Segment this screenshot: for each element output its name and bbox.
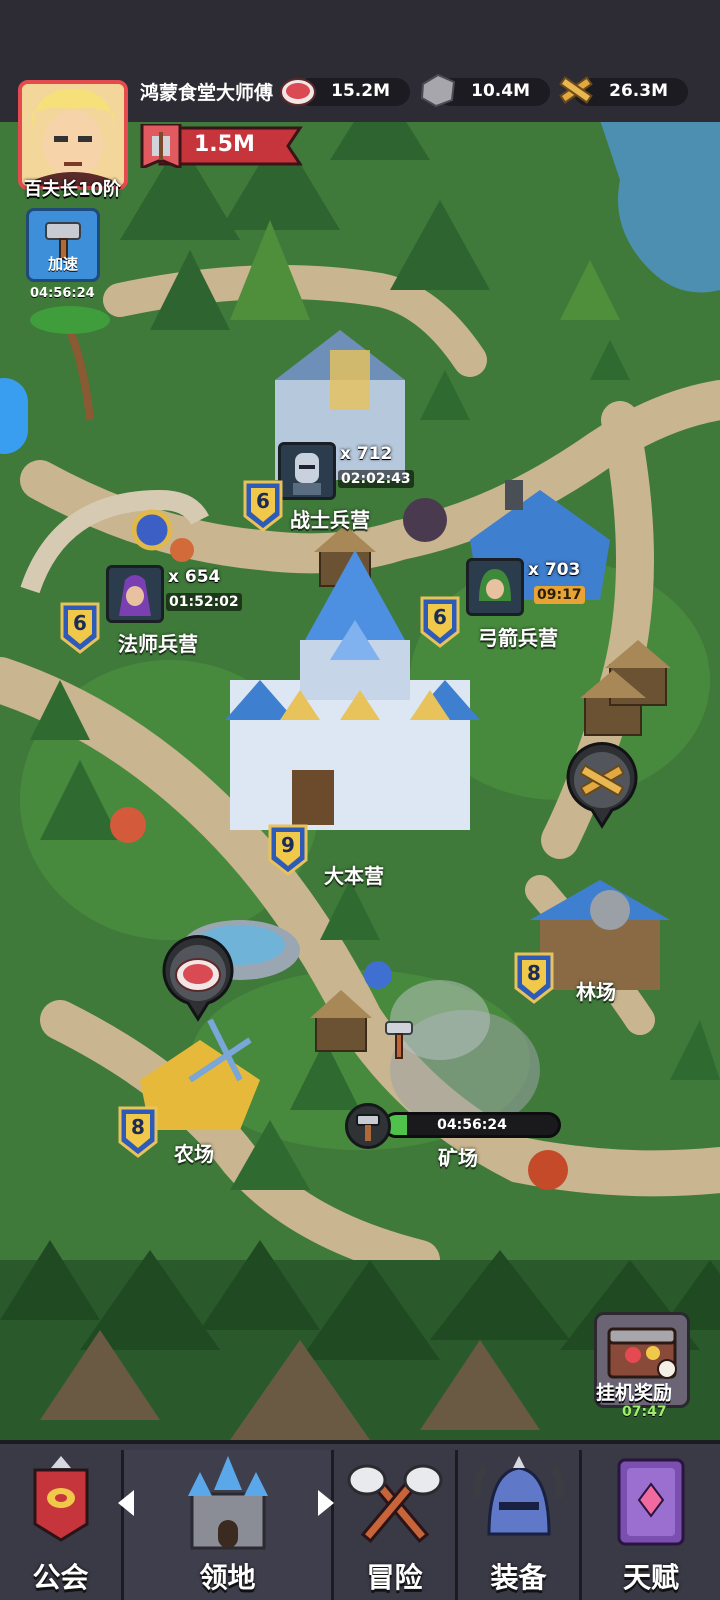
side-edge-button[interactable] (0, 378, 28, 454)
wood-collect-bubble[interactable] (564, 742, 640, 830)
combat-power: 1.5M (140, 122, 308, 171)
mine-progress-bar: 04:56:24 (383, 1112, 561, 1138)
player-name: 鸿蒙食堂大师傅 (140, 82, 274, 104)
power-value: 1.5M (194, 132, 255, 157)
tab-guild-label: 公会 (32, 1561, 89, 1594)
spellbook-icon (617, 1458, 685, 1546)
stone-value: 10.4M (471, 81, 530, 101)
tab-guild[interactable]: 公会 (0, 1450, 124, 1600)
warrior-level: 6 (256, 489, 270, 513)
stone-icon (420, 73, 456, 108)
idle-reward-timer: 07:47 (622, 1404, 667, 1420)
speedup-button[interactable]: 加速 (26, 208, 100, 282)
resource-wood[interactable]: 26.3M (559, 76, 688, 106)
nav-next-arrow-icon[interactable] (318, 1490, 334, 1516)
tab-adventure-label: 冒险 (366, 1561, 423, 1594)
meat-icon (280, 78, 316, 106)
wood-icon (559, 76, 593, 104)
hammer-icon (385, 1021, 413, 1059)
mine-label[interactable]: 矿场 (438, 1142, 478, 1171)
idle-reward-label: 挂机奖励 (596, 1382, 673, 1404)
archer-barracks-label[interactable]: 弓箭兵营 (478, 622, 558, 651)
tab-equipment[interactable]: 装备 (458, 1450, 582, 1600)
warrior-timer: 02:02:43 (338, 470, 414, 488)
lumber-level: 8 (527, 961, 541, 985)
hq-level: 9 (281, 833, 295, 857)
mage-count: x 654 (168, 567, 221, 587)
tab-territory[interactable]: 领地 (124, 1450, 334, 1600)
mage-barracks-label[interactable]: 法师兵营 (118, 628, 198, 657)
farm-level: 8 (131, 1115, 145, 1139)
lumber-label[interactable]: 林场 (576, 976, 616, 1005)
speedup-timer: 04:56:24 (30, 286, 95, 301)
nav-prev-arrow-icon[interactable] (118, 1490, 134, 1516)
tab-equipment-label: 装备 (490, 1561, 547, 1594)
mage-level-badge: 6 (58, 600, 102, 654)
resource-stone[interactable]: 10.4M (420, 73, 550, 108)
archer-level-badge: 6 (418, 594, 462, 648)
lumber-level-badge: 8 (512, 950, 556, 1004)
mine-hammer-marker (384, 1018, 414, 1062)
meat-value: 15.2M (331, 81, 390, 101)
archer-portrait-icon (466, 558, 524, 616)
hq-label[interactable]: 大本营 (324, 860, 384, 889)
player-rank: 百夫长10阶 (24, 179, 122, 200)
tab-talent-label: 天赋 (622, 1561, 679, 1594)
warrior-count: x 712 (340, 444, 393, 464)
mine-speedup-button[interactable] (345, 1103, 391, 1149)
tab-adventure[interactable]: 冒险 (334, 1450, 458, 1600)
treasure-chest-icon (607, 1327, 677, 1379)
archer-timer: 09:17 (534, 586, 585, 604)
guild-banner-icon (33, 1456, 88, 1542)
hq-level-badge: 9 (266, 822, 310, 876)
wood-value: 26.3M (609, 81, 668, 101)
bottom-nav: 公会 领地 冒险 装备 天赋 (0, 1440, 720, 1600)
meat-collect-bubble[interactable] (160, 935, 236, 1023)
warrior-barracks-label[interactable]: 战士兵营 (290, 504, 370, 533)
archer-count: x 703 (528, 560, 581, 580)
farm-label[interactable]: 农场 (174, 1138, 214, 1167)
mine-timer: 04:56:24 (437, 1117, 507, 1133)
mage-portrait-icon (106, 565, 164, 623)
player-avatar[interactable] (18, 80, 128, 190)
warrior-level-badge: 6 (241, 478, 285, 532)
archer-level: 6 (433, 605, 447, 629)
wood-icon (566, 742, 638, 829)
mage-level: 6 (73, 611, 87, 635)
tab-talent[interactable]: 天赋 (582, 1450, 720, 1600)
helmet-icon (473, 1456, 564, 1536)
hero-portrait-icon (22, 84, 124, 186)
farm-level-badge: 8 (116, 1104, 160, 1158)
mage-timer: 01:52:02 (166, 593, 242, 611)
hammer-icon (356, 1114, 380, 1141)
resource-meat[interactable]: 15.2M (280, 78, 410, 106)
castle-icon (187, 1456, 268, 1550)
warrior-portrait-icon (278, 442, 336, 500)
tab-territory-label: 领地 (199, 1561, 256, 1594)
crossed-axes-icon (347, 1464, 442, 1544)
speedup-label: 加速 (47, 255, 78, 273)
meat-icon (162, 935, 234, 1022)
